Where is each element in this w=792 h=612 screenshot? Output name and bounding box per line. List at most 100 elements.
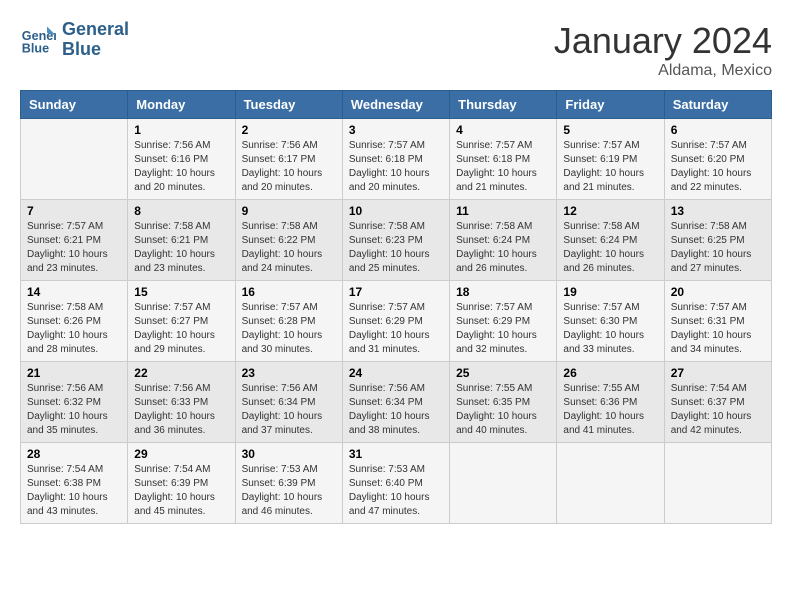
day-number: 7 bbox=[27, 204, 121, 218]
calendar-week-row: 14 Sunrise: 7:58 AM Sunset: 6:26 PM Dayli… bbox=[21, 281, 772, 362]
day-number: 21 bbox=[27, 366, 121, 380]
calendar-cell: 13 Sunrise: 7:58 AM Sunset: 6:25 PM Dayli… bbox=[664, 200, 771, 281]
calendar-cell: 5Sunrise: 7:57 AM Sunset: 6:19 PM Daylig… bbox=[557, 119, 664, 200]
day-number: 30 bbox=[242, 447, 336, 461]
day-info: Sunrise: 7:57 AM Sunset: 6:18 PM Dayligh… bbox=[456, 139, 550, 195]
day-info: Sunrise: 7:57 AM Sunset: 6:27 PM Dayligh… bbox=[134, 301, 228, 357]
day-info: Sunrise: 7:57 AM Sunset: 6:29 PM Dayligh… bbox=[349, 301, 443, 357]
calendar-cell bbox=[450, 443, 557, 524]
calendar-cell bbox=[664, 443, 771, 524]
calendar-cell: 29Sunrise: 7:54 AM Sunset: 6:39 PM Dayli… bbox=[128, 443, 235, 524]
logo-icon: General Blue bbox=[20, 22, 56, 58]
day-header-monday: Monday bbox=[128, 91, 235, 119]
day-number: 10 bbox=[349, 204, 443, 218]
day-info: Sunrise: 7:57 AM Sunset: 6:21 PM Dayligh… bbox=[27, 220, 121, 276]
calendar-cell: 27 Sunrise: 7:54 AM Sunset: 6:37 PM Dayli… bbox=[664, 362, 771, 443]
day-number: 26 bbox=[563, 366, 657, 380]
calendar-cell bbox=[557, 443, 664, 524]
day-number: 27 bbox=[671, 366, 765, 380]
day-number: 2 bbox=[242, 123, 336, 137]
day-info: Sunrise: 7:58 AM Sunset: 6:24 PM Dayligh… bbox=[563, 220, 657, 276]
day-info: Sunrise: 7:56 AM Sunset: 6:33 PM Dayligh… bbox=[134, 382, 228, 438]
day-number: 13 bbox=[671, 204, 765, 218]
calendar-cell: 7 Sunrise: 7:57 AM Sunset: 6:21 PM Daylig… bbox=[21, 200, 128, 281]
day-info: Sunrise: 7:58 AM Sunset: 6:25 PM Dayligh… bbox=[671, 220, 765, 276]
day-info: Sunrise: 7:57 AM Sunset: 6:29 PM Dayligh… bbox=[456, 301, 550, 357]
day-info: Sunrise: 7:58 AM Sunset: 6:21 PM Dayligh… bbox=[134, 220, 228, 276]
calendar-cell: 18 Sunrise: 7:57 AM Sunset: 6:29 PM Dayli… bbox=[450, 281, 557, 362]
calendar-cell: 1 Sunrise: 7:56 AM Sunset: 6:16 PM Daylig… bbox=[128, 119, 235, 200]
day-number: 4 bbox=[456, 123, 550, 137]
day-number: 9 bbox=[242, 204, 336, 218]
calendar-cell: 23 Sunrise: 7:56 AM Sunset: 6:34 PM Dayli… bbox=[235, 362, 342, 443]
day-info: Sunrise: 7:58 AM Sunset: 6:22 PM Dayligh… bbox=[242, 220, 336, 276]
calendar-header-row: SundayMondayTuesdayWednesdayThursdayFrid… bbox=[21, 91, 772, 119]
day-number: 11 bbox=[456, 204, 550, 218]
calendar-cell: 24Sunrise: 7:56 AM Sunset: 6:34 PM Dayli… bbox=[342, 362, 449, 443]
day-header-tuesday: Tuesday bbox=[235, 91, 342, 119]
day-info: Sunrise: 7:53 AM Sunset: 6:40 PM Dayligh… bbox=[349, 463, 443, 519]
day-number: 8 bbox=[134, 204, 228, 218]
day-number: 23 bbox=[242, 366, 336, 380]
day-info: Sunrise: 7:56 AM Sunset: 6:32 PM Dayligh… bbox=[27, 382, 121, 438]
calendar-cell: 2Sunrise: 7:56 AM Sunset: 6:17 PM Daylig… bbox=[235, 119, 342, 200]
calendar-cell: 17 Sunrise: 7:57 AM Sunset: 6:29 PM Dayli… bbox=[342, 281, 449, 362]
calendar-cell: 15 Sunrise: 7:57 AM Sunset: 6:27 PM Dayli… bbox=[128, 281, 235, 362]
day-number: 14 bbox=[27, 285, 121, 299]
day-number: 17 bbox=[349, 285, 443, 299]
calendar-cell: 14 Sunrise: 7:58 AM Sunset: 6:26 PM Dayli… bbox=[21, 281, 128, 362]
day-header-wednesday: Wednesday bbox=[342, 91, 449, 119]
day-info: Sunrise: 7:56 AM Sunset: 6:34 PM Dayligh… bbox=[349, 382, 443, 438]
logo: General Blue General Blue bbox=[20, 20, 129, 60]
day-info: Sunrise: 7:55 AM Sunset: 6:36 PM Dayligh… bbox=[563, 382, 657, 438]
calendar-cell bbox=[21, 119, 128, 200]
day-info: Sunrise: 7:56 AM Sunset: 6:34 PM Dayligh… bbox=[242, 382, 336, 438]
day-header-saturday: Saturday bbox=[664, 91, 771, 119]
day-number: 31 bbox=[349, 447, 443, 461]
day-info: Sunrise: 7:57 AM Sunset: 6:30 PM Dayligh… bbox=[563, 301, 657, 357]
day-info: Sunrise: 7:58 AM Sunset: 6:23 PM Dayligh… bbox=[349, 220, 443, 276]
day-info: Sunrise: 7:58 AM Sunset: 6:26 PM Dayligh… bbox=[27, 301, 121, 357]
calendar-cell: 26 Sunrise: 7:55 AM Sunset: 6:36 PM Dayli… bbox=[557, 362, 664, 443]
day-info: Sunrise: 7:56 AM Sunset: 6:16 PM Dayligh… bbox=[134, 139, 228, 195]
calendar-cell: 25 Sunrise: 7:55 AM Sunset: 6:35 PM Dayli… bbox=[450, 362, 557, 443]
day-number: 1 bbox=[134, 123, 228, 137]
day-number: 18 bbox=[456, 285, 550, 299]
calendar-body: 1 Sunrise: 7:56 AM Sunset: 6:16 PM Daylig… bbox=[21, 119, 772, 524]
day-info: Sunrise: 7:55 AM Sunset: 6:35 PM Dayligh… bbox=[456, 382, 550, 438]
day-header-friday: Friday bbox=[557, 91, 664, 119]
day-info: Sunrise: 7:57 AM Sunset: 6:19 PM Dayligh… bbox=[563, 139, 657, 195]
day-info: Sunrise: 7:57 AM Sunset: 6:18 PM Dayligh… bbox=[349, 139, 443, 195]
day-info: Sunrise: 7:57 AM Sunset: 6:31 PM Dayligh… bbox=[671, 301, 765, 357]
page-header: General Blue General Blue January 2024 A… bbox=[20, 20, 772, 80]
calendar-cell: 10 Sunrise: 7:58 AM Sunset: 6:23 PM Dayli… bbox=[342, 200, 449, 281]
calendar-cell: 4 Sunrise: 7:57 AM Sunset: 6:18 PM Daylig… bbox=[450, 119, 557, 200]
day-info: Sunrise: 7:53 AM Sunset: 6:39 PM Dayligh… bbox=[242, 463, 336, 519]
day-number: 25 bbox=[456, 366, 550, 380]
calendar-cell: 19Sunrise: 7:57 AM Sunset: 6:30 PM Dayli… bbox=[557, 281, 664, 362]
calendar-table: SundayMondayTuesdayWednesdayThursdayFrid… bbox=[20, 90, 772, 524]
title-block: January 2024 Aldama, Mexico bbox=[554, 20, 772, 80]
day-number: 28 bbox=[27, 447, 121, 461]
day-number: 12 bbox=[563, 204, 657, 218]
calendar-cell: 20 Sunrise: 7:57 AM Sunset: 6:31 PM Dayli… bbox=[664, 281, 771, 362]
day-info: Sunrise: 7:54 AM Sunset: 6:37 PM Dayligh… bbox=[671, 382, 765, 438]
calendar-cell: 9 Sunrise: 7:58 AM Sunset: 6:22 PM Daylig… bbox=[235, 200, 342, 281]
day-header-thursday: Thursday bbox=[450, 91, 557, 119]
day-number: 20 bbox=[671, 285, 765, 299]
day-info: Sunrise: 7:54 AM Sunset: 6:39 PM Dayligh… bbox=[134, 463, 228, 519]
day-header-sunday: Sunday bbox=[21, 91, 128, 119]
day-number: 16 bbox=[242, 285, 336, 299]
day-number: 15 bbox=[134, 285, 228, 299]
calendar-cell: 8 Sunrise: 7:58 AM Sunset: 6:21 PM Daylig… bbox=[128, 200, 235, 281]
calendar-week-row: 21 Sunrise: 7:56 AM Sunset: 6:32 PM Dayli… bbox=[21, 362, 772, 443]
calendar-week-row: 28Sunrise: 7:54 AM Sunset: 6:38 PM Dayli… bbox=[21, 443, 772, 524]
day-info: Sunrise: 7:58 AM Sunset: 6:24 PM Dayligh… bbox=[456, 220, 550, 276]
calendar-cell: 31 Sunrise: 7:53 AM Sunset: 6:40 PM Dayli… bbox=[342, 443, 449, 524]
calendar-cell: 3Sunrise: 7:57 AM Sunset: 6:18 PM Daylig… bbox=[342, 119, 449, 200]
location-title: Aldama, Mexico bbox=[554, 62, 772, 80]
calendar-cell: 11 Sunrise: 7:58 AM Sunset: 6:24 PM Dayli… bbox=[450, 200, 557, 281]
day-info: Sunrise: 7:57 AM Sunset: 6:20 PM Dayligh… bbox=[671, 139, 765, 195]
logo-text: General Blue bbox=[62, 20, 129, 60]
calendar-cell: 6Sunrise: 7:57 AM Sunset: 6:20 PM Daylig… bbox=[664, 119, 771, 200]
